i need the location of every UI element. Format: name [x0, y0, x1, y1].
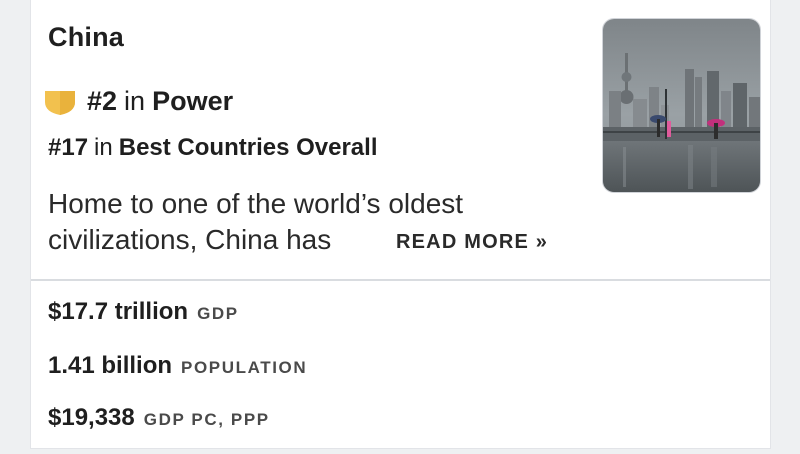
stat-gdp-pc-ppp: $19,338 GDP PC, PPP [48, 404, 270, 432]
rank-badge-icon [43, 88, 77, 116]
power-rank-in: in [124, 86, 146, 116]
overall-rank-category[interactable]: Best Countries Overall [119, 134, 378, 161]
power-rank-category[interactable]: Power [152, 86, 233, 117]
read-more-link[interactable]: READ MORE » [396, 231, 548, 254]
section-divider [31, 279, 770, 281]
stat-gdp: $17.7 trillion GDP [48, 298, 239, 326]
stat-value: $17.7 trillion [48, 298, 189, 325]
country-description: Home to one of the world’s oldest civili… [48, 186, 588, 266]
power-rank: #2 in Power [43, 86, 233, 117]
stat-label: GDP [197, 304, 239, 323]
stat-population: 1.41 billion POPULATION [48, 352, 307, 380]
power-rank-number: #2 [87, 86, 118, 116]
stat-label: POPULATION [181, 358, 308, 377]
country-card[interactable]: China #2 in Power #17 in Best Countries Ov… [30, 0, 771, 449]
overall-rank-number: #17 [48, 134, 89, 161]
stat-label: GDP PC, PPP [143, 410, 270, 429]
stat-value: $19,338 [48, 404, 135, 431]
overall-rank: #17 in Best Countries Overall [48, 134, 377, 162]
description-line-1: Home to one of the world’s oldest [48, 188, 464, 219]
stat-value: 1.41 billion [48, 352, 173, 379]
city-skyline-photo-icon [603, 19, 760, 192]
country-photo[interactable] [602, 18, 761, 193]
overall-rank-in: in [94, 134, 113, 161]
country-name[interactable]: China [48, 22, 124, 53]
card-header: China #2 in Power #17 in Best Countries Ov… [31, 0, 770, 280]
